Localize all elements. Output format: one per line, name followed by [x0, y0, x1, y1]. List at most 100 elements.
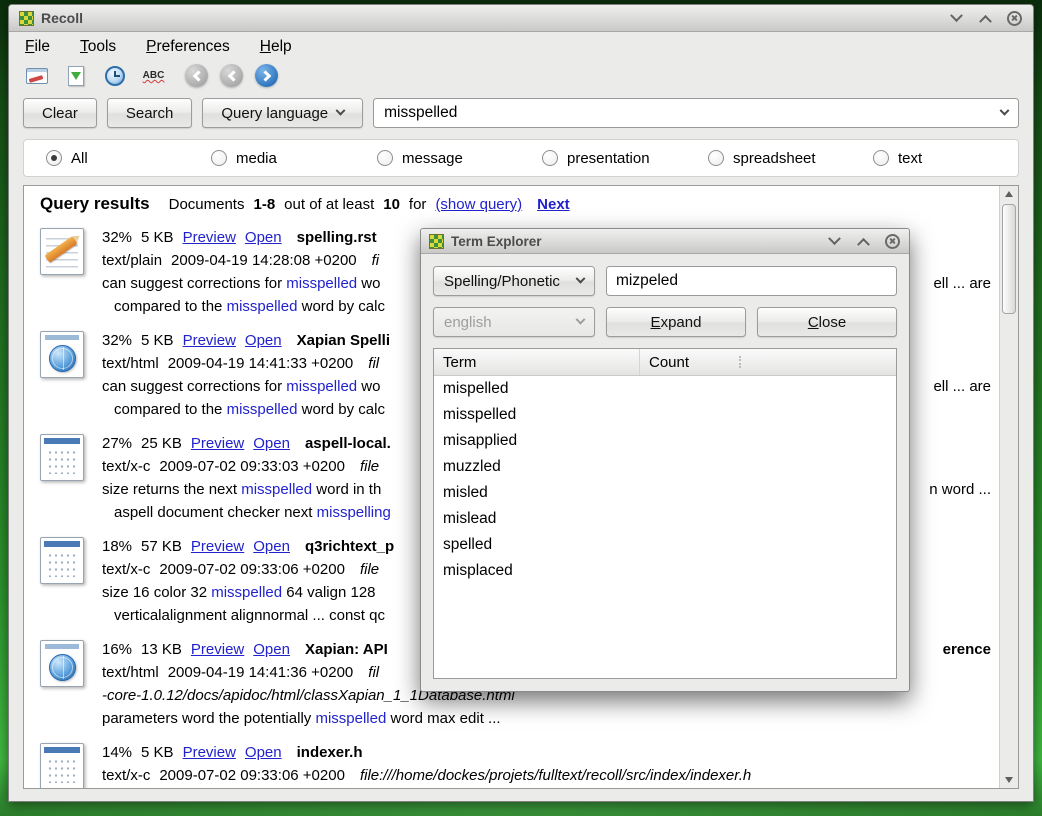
query-language-combo[interactable]: Query language [202, 98, 363, 128]
open-link[interactable]: Open [253, 432, 290, 455]
result-size: 25 KB [141, 432, 182, 455]
highlight-term: misspelled [211, 584, 282, 601]
preview-link[interactable]: Preview [183, 329, 236, 352]
result-size: 57 KB [141, 535, 182, 558]
term-row[interactable]: spelled [434, 532, 896, 558]
search-button[interactable]: Search [107, 98, 193, 128]
highlight-term: misspelled [227, 298, 298, 315]
scroll-up-button[interactable] [1000, 186, 1018, 202]
result-date: 2009-04-19 14:41:33 +0200 [168, 352, 354, 375]
dialog-close-window-button[interactable] [883, 232, 901, 250]
scroll-track[interactable] [1000, 202, 1018, 772]
next-page-link[interactable]: Next [537, 196, 570, 213]
window-controls [947, 9, 1023, 27]
open-link[interactable]: Open [253, 535, 290, 558]
term-row[interactable]: mislead [434, 506, 896, 532]
preview-link[interactable]: Preview [191, 535, 244, 558]
term-explorer-abc-button[interactable]: ABC [140, 62, 167, 89]
result-url: fil [368, 352, 379, 375]
documents-label: Documents [169, 196, 245, 213]
open-link[interactable]: Open [253, 638, 290, 661]
right-arrow-icon [259, 70, 270, 81]
count-column-header[interactable]: Count [640, 349, 896, 375]
result-relevance: 27% [102, 432, 132, 455]
filter-presentation[interactable]: presentation [542, 150, 708, 167]
next-page-button[interactable] [255, 64, 278, 87]
menu-tools[interactable]: Tools [80, 38, 116, 56]
open-link[interactable]: Open [245, 741, 282, 764]
dialog-shade-button[interactable] [825, 232, 843, 250]
scroll-down-button[interactable] [1000, 772, 1018, 788]
radio-icon[interactable] [211, 150, 227, 166]
history-clock-button[interactable] [101, 62, 128, 89]
dialog-unshade-button[interactable] [854, 232, 872, 250]
preview-link[interactable]: Preview [191, 432, 244, 455]
close-dialog-button[interactable]: Close [757, 307, 897, 337]
filter-spreadsheet[interactable]: spreadsheet [708, 150, 873, 167]
down-arrow-icon [1005, 777, 1013, 783]
filter-label: presentation [567, 150, 650, 167]
result-snippet: parameters word the potentially misspell… [102, 707, 991, 730]
dialog-title-bar[interactable]: Term Explorer [421, 229, 909, 254]
term-row[interactable]: mispelled [434, 376, 896, 402]
term-explorer-dialog: Term Explorer Spelling/Phonetic english … [420, 228, 910, 692]
query-input[interactable] [384, 104, 1001, 122]
clear-button[interactable]: Clear [23, 98, 97, 128]
filter-text[interactable]: text [873, 150, 1018, 167]
term-row[interactable]: misled [434, 480, 896, 506]
term-column-header[interactable]: Term [434, 349, 640, 375]
preview-link[interactable]: Preview [183, 741, 236, 764]
expand-button[interactable]: Expand [606, 307, 746, 337]
query-input-combo[interactable] [373, 98, 1019, 128]
menu-help[interactable]: Help [260, 38, 292, 56]
preview-link[interactable]: Preview [183, 226, 236, 249]
filter-media[interactable]: media [211, 150, 377, 167]
term-input[interactable] [606, 266, 897, 296]
term-row[interactable]: muzzled [434, 454, 896, 480]
term-row[interactable]: misspelled [434, 402, 896, 428]
radio-icon[interactable] [46, 150, 62, 166]
results-scrollbar[interactable] [999, 186, 1018, 788]
results-total: 10 [383, 196, 400, 213]
open-link[interactable]: Open [245, 226, 282, 249]
term-row[interactable]: misapplied [434, 428, 896, 454]
of-label: out of at least [284, 196, 374, 213]
erase-search-button[interactable] [23, 62, 50, 89]
result-title: aspell-local. [305, 432, 391, 455]
menu-file[interactable]: File [25, 38, 50, 56]
close-window-button[interactable] [1005, 9, 1023, 27]
column-grip[interactable] [739, 356, 741, 368]
radio-icon[interactable] [708, 150, 724, 166]
expansion-mode-combo[interactable]: Spelling/Phonetic [433, 266, 595, 296]
result-url: file:///home/dockes/projets/fulltext/rec… [360, 764, 751, 787]
chevron-down-icon[interactable] [1000, 105, 1010, 115]
result-item: 14%5 KBPreviewOpenindexer.htext/x-c2009-… [40, 741, 991, 788]
title-bar[interactable]: Recoll [9, 5, 1033, 32]
filter-all[interactable]: All [46, 150, 211, 167]
left-arrow-icon [227, 70, 238, 81]
shade-button[interactable] [947, 9, 965, 27]
show-query-link[interactable]: (show query) [435, 196, 522, 213]
first-page-button[interactable] [185, 64, 208, 87]
language-value: english [444, 314, 492, 331]
result-url: fil [368, 661, 379, 684]
radio-icon[interactable] [873, 150, 889, 166]
result-mime: text/html [102, 352, 159, 375]
filter-message[interactable]: message [377, 150, 542, 167]
open-link[interactable]: Open [245, 329, 282, 352]
chevron-down-icon [828, 232, 841, 245]
menu-preferences[interactable]: Preferences [146, 38, 230, 56]
prev-page-button[interactable] [220, 64, 243, 87]
term-row[interactable]: misplaced [434, 558, 896, 584]
save-query-button[interactable] [62, 62, 89, 89]
result-size: 13 KB [141, 638, 182, 661]
chevron-down-icon [950, 9, 963, 22]
radio-icon[interactable] [542, 150, 558, 166]
result-relevance: 32% [102, 226, 132, 249]
radio-icon[interactable] [377, 150, 393, 166]
preview-link[interactable]: Preview [191, 638, 244, 661]
result-size: 5 KB [141, 329, 174, 352]
scroll-thumb[interactable] [1002, 204, 1016, 314]
results-range: 1-8 [253, 196, 275, 213]
unshade-button[interactable] [976, 9, 994, 27]
